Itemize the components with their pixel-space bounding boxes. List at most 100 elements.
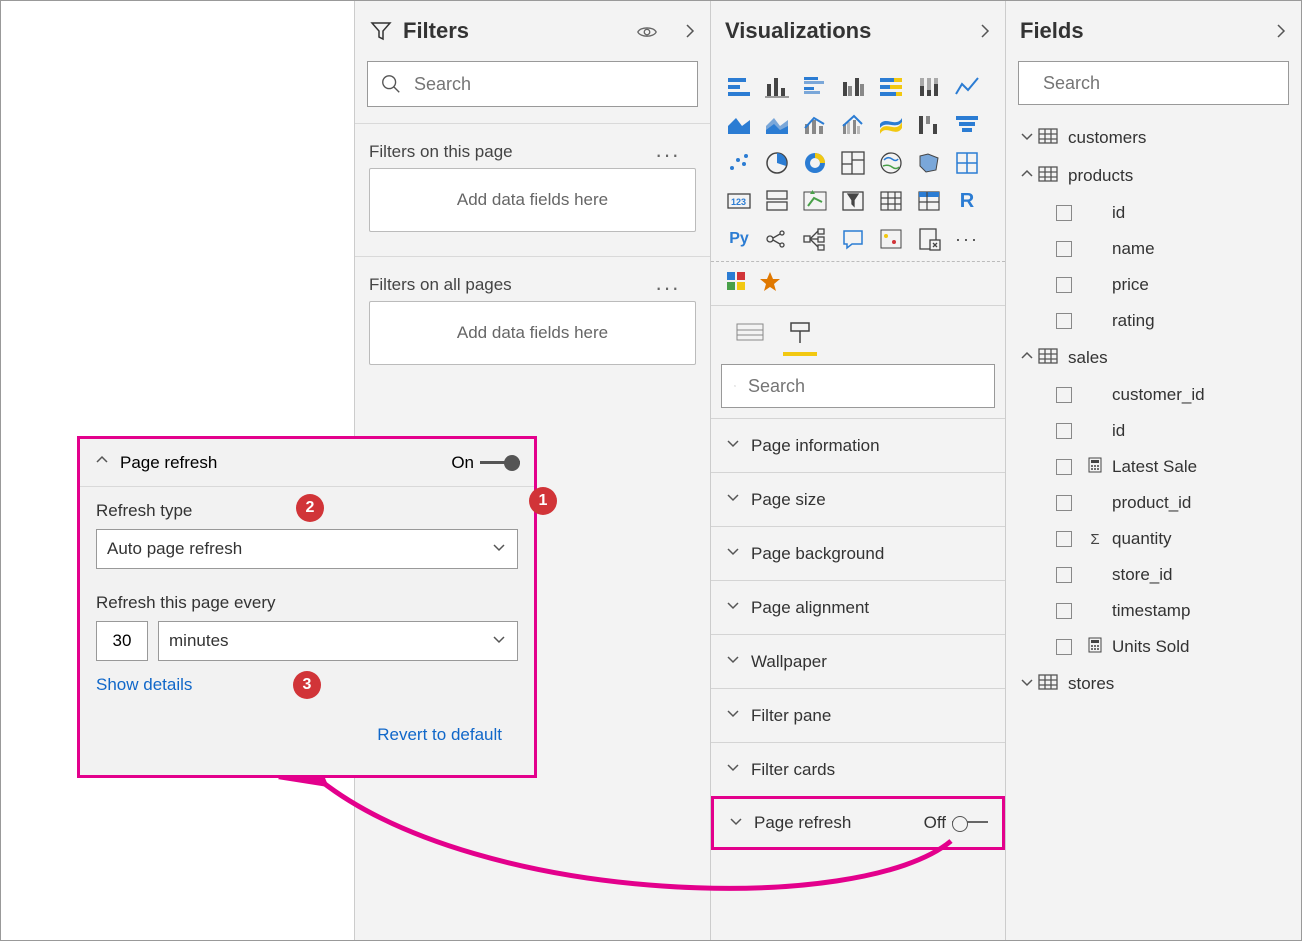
- viz-stacked-bar-icon[interactable]: [723, 71, 755, 103]
- viz-qa-icon[interactable]: [837, 223, 869, 255]
- field-row[interactable]: id: [1050, 195, 1291, 231]
- viz-100-stacked-column-icon[interactable]: [913, 71, 945, 103]
- field-name: product_id: [1112, 493, 1191, 513]
- refresh-type-dropdown[interactable]: Auto page refresh: [96, 529, 518, 569]
- filters-page-dropzone[interactable]: Add data fields here: [369, 168, 696, 232]
- table-name: products: [1068, 166, 1133, 186]
- viz-100-stacked-bar-icon[interactable]: [875, 71, 907, 103]
- pin-visual-icon[interactable]: [759, 270, 781, 297]
- more-icon[interactable]: ···: [655, 142, 680, 168]
- viz-line-chart-icon[interactable]: [951, 71, 983, 103]
- format-group[interactable]: Wallpaper: [711, 634, 1005, 688]
- viz-pie-icon[interactable]: [761, 147, 793, 179]
- viz-shape-map-icon[interactable]: [951, 147, 983, 179]
- viz-donut-icon[interactable]: [799, 147, 831, 179]
- collapse-pane-icon[interactable]: [977, 23, 993, 44]
- field-checkbox[interactable]: [1056, 639, 1072, 655]
- field-row[interactable]: store_id: [1050, 557, 1291, 593]
- filters-search-input[interactable]: [412, 73, 685, 96]
- format-group[interactable]: Page size: [711, 472, 1005, 526]
- viz-scatter-icon[interactable]: [723, 147, 755, 179]
- more-icon[interactable]: ···: [655, 275, 680, 301]
- format-group[interactable]: Page alignment: [711, 580, 1005, 634]
- viz-key-influencers-icon[interactable]: [761, 223, 793, 255]
- interval-unit-dropdown[interactable]: minutes: [158, 621, 518, 661]
- viz-smart-narrative-icon[interactable]: [875, 223, 907, 255]
- format-group[interactable]: Filter pane: [711, 688, 1005, 742]
- viz-line-stacked-column-icon[interactable]: [799, 109, 831, 141]
- fields-tab[interactable]: [725, 310, 775, 354]
- viz-funnel-icon[interactable]: [951, 109, 983, 141]
- toggle-on[interactable]: [480, 455, 520, 471]
- table-row[interactable]: products: [1016, 157, 1291, 195]
- field-checkbox[interactable]: [1056, 387, 1072, 403]
- fields-pane: Fields customersproductsidnamepriceratin…: [1006, 1, 1301, 940]
- field-row[interactable]: product_id: [1050, 485, 1291, 521]
- viz-line-clustered-column-icon[interactable]: [837, 109, 869, 141]
- field-checkbox[interactable]: [1056, 567, 1072, 583]
- viz-ribbon-chart-icon[interactable]: [875, 109, 907, 141]
- chevron-down-icon: [491, 631, 507, 652]
- field-checkbox[interactable]: [1056, 459, 1072, 475]
- field-checkbox[interactable]: [1056, 313, 1072, 329]
- viz-area-chart-icon[interactable]: [723, 109, 755, 141]
- viz-more-icon[interactable]: ···: [951, 223, 983, 255]
- viz-stacked-column-icon[interactable]: [761, 71, 793, 103]
- field-row[interactable]: name: [1050, 231, 1291, 267]
- viz-clustered-bar-icon[interactable]: [799, 71, 831, 103]
- table-row[interactable]: sales: [1016, 339, 1291, 377]
- viz-matrix-icon[interactable]: [913, 185, 945, 217]
- field-checkbox[interactable]: [1056, 531, 1072, 547]
- eye-icon[interactable]: [636, 21, 658, 48]
- format-tab[interactable]: [775, 310, 825, 354]
- filters-all-dropzone[interactable]: Add data fields here: [369, 301, 696, 365]
- field-checkbox[interactable]: [1056, 205, 1072, 221]
- show-details-link[interactable]: Show details: [96, 675, 192, 694]
- viz-multi-row-card-icon[interactable]: [761, 185, 793, 217]
- field-row[interactable]: id: [1050, 413, 1291, 449]
- interval-value-input[interactable]: [96, 621, 148, 661]
- store-visuals-icon[interactable]: [725, 270, 747, 297]
- table-row[interactable]: stores: [1016, 665, 1291, 703]
- revert-to-default-link[interactable]: Revert to default: [377, 725, 502, 744]
- field-row[interactable]: Σquantity: [1050, 521, 1291, 557]
- viz-filled-map-icon[interactable]: [913, 147, 945, 179]
- format-search-input[interactable]: [746, 375, 982, 398]
- field-checkbox[interactable]: [1056, 423, 1072, 439]
- callout-header[interactable]: Page refresh On: [80, 439, 534, 487]
- format-group[interactable]: Page information: [711, 418, 1005, 472]
- format-search[interactable]: [721, 364, 995, 408]
- field-checkbox[interactable]: [1056, 241, 1072, 257]
- viz-waterfall-icon[interactable]: [913, 109, 945, 141]
- filters-search[interactable]: [367, 61, 698, 107]
- viz-slicer-icon[interactable]: [837, 185, 869, 217]
- viz-paginated-report-icon[interactable]: [913, 223, 945, 255]
- viz-python-visual-icon[interactable]: Py: [723, 223, 755, 255]
- report-canvas[interactable]: Page refresh On Refresh type Auto page r…: [1, 1, 355, 940]
- field-checkbox[interactable]: [1056, 603, 1072, 619]
- field-row[interactable]: Units Sold: [1050, 629, 1291, 665]
- chevron-down-icon: [725, 489, 741, 510]
- collapse-pane-icon[interactable]: [1273, 23, 1289, 44]
- field-checkbox[interactable]: [1056, 495, 1072, 511]
- viz-stacked-area-icon[interactable]: [761, 109, 793, 141]
- field-row[interactable]: price: [1050, 267, 1291, 303]
- field-row[interactable]: Latest Sale: [1050, 449, 1291, 485]
- viz-r-visual-icon[interactable]: R: [951, 185, 983, 217]
- fields-search[interactable]: [1018, 61, 1289, 105]
- viz-treemap-icon[interactable]: [837, 147, 869, 179]
- table-row[interactable]: customers: [1016, 119, 1291, 157]
- viz-decomposition-tree-icon[interactable]: [799, 223, 831, 255]
- viz-map-icon[interactable]: [875, 147, 907, 179]
- viz-kpi-icon[interactable]: [799, 185, 831, 217]
- field-row[interactable]: customer_id: [1050, 377, 1291, 413]
- field-checkbox[interactable]: [1056, 277, 1072, 293]
- collapse-pane-icon[interactable]: [682, 23, 698, 44]
- viz-table-icon[interactable]: [875, 185, 907, 217]
- viz-clustered-column-icon[interactable]: [837, 71, 869, 103]
- viz-card-icon[interactable]: 123: [723, 185, 755, 217]
- field-row[interactable]: rating: [1050, 303, 1291, 339]
- format-group[interactable]: Page background: [711, 526, 1005, 580]
- fields-search-input[interactable]: [1041, 72, 1277, 95]
- field-row[interactable]: timestamp: [1050, 593, 1291, 629]
